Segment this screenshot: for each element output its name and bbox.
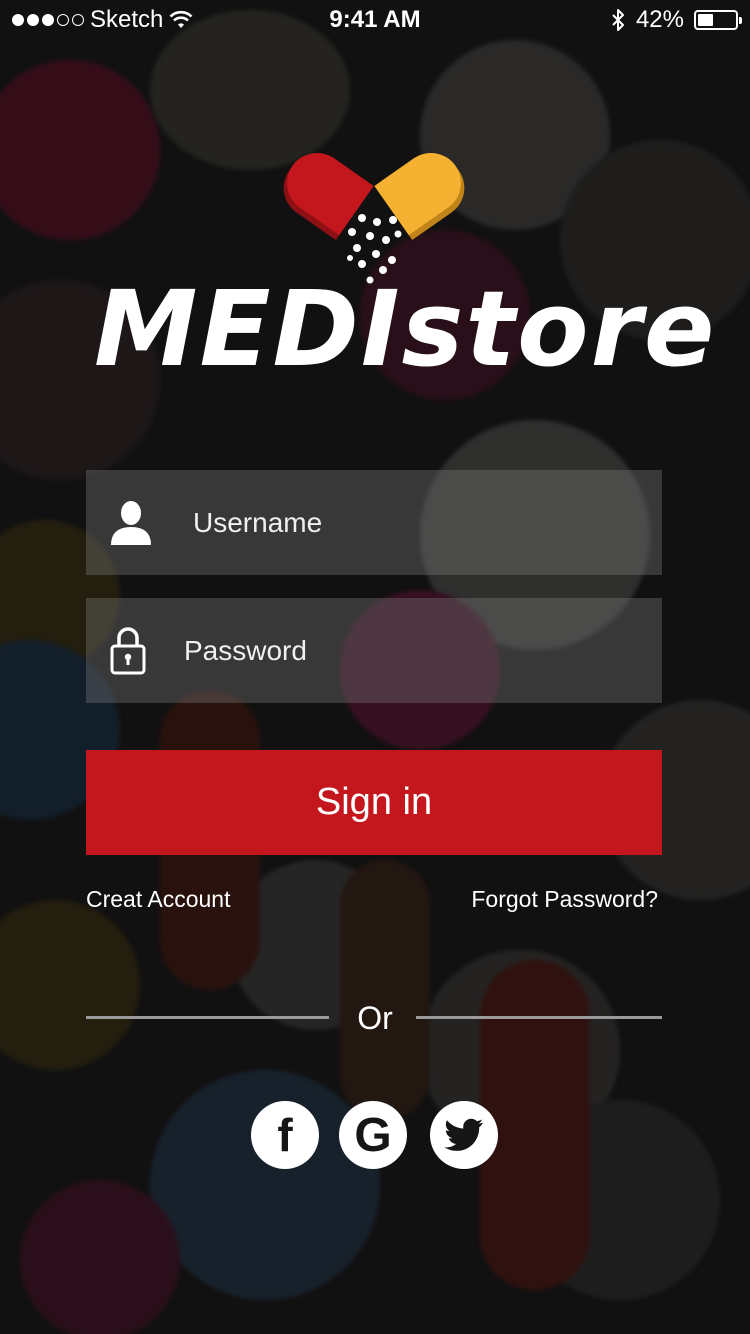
twitter-login-button[interactable] [430,1101,498,1169]
status-bar: Sketch 9:41 AM 42% [0,0,750,40]
battery-fill [698,14,714,26]
username-input[interactable] [176,470,662,575]
twitter-icon [444,1118,483,1151]
facebook-login-button[interactable]: f [251,1101,319,1169]
facebook-icon: f [277,1109,293,1161]
google-login-button[interactable]: G [339,1101,407,1169]
user-icon [86,499,176,547]
lock-icon [86,626,170,676]
sign-in-button[interactable]: Sign in [86,750,662,855]
username-field[interactable] [86,470,662,575]
medistore-logo: MEDIstore [80,140,714,400]
status-right: 42% [610,6,742,34]
battery-percentage: 42% [635,6,684,33]
create-account-link[interactable]: Creat Account [86,886,230,913]
divider-right [416,1016,662,1019]
password-input[interactable] [170,598,662,703]
bluetooth-icon [612,9,624,31]
google-icon: G [354,1108,392,1162]
forgot-password-link[interactable]: Forgot Password? [471,886,658,913]
logo-text: MEDIstore [94,268,717,390]
password-field[interactable] [86,598,662,703]
battery-icon [694,10,742,30]
